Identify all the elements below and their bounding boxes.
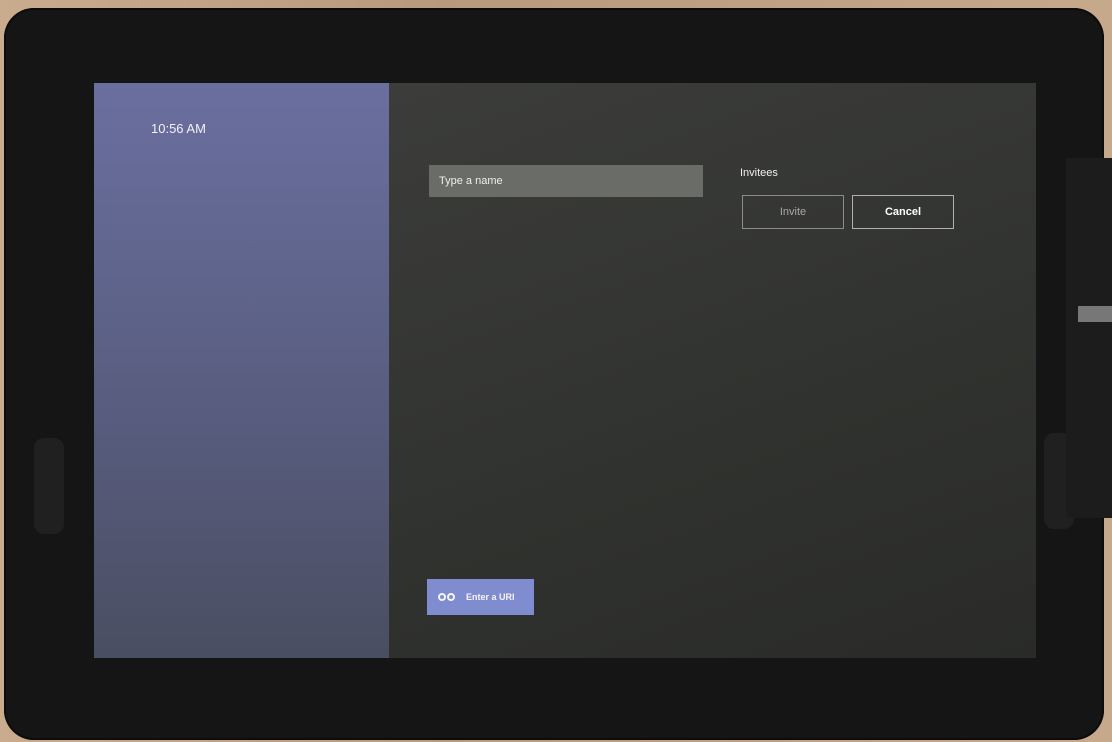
tablet-device: 10:56 AM Invitees Invite Cancel Enter a … xyxy=(4,8,1104,740)
left-pane: 10:56 AM xyxy=(94,83,389,658)
enter-uri-button[interactable]: Enter a URI xyxy=(427,579,534,615)
background-object-stripe xyxy=(1078,306,1112,322)
name-input[interactable] xyxy=(429,165,703,197)
device-screen: 10:56 AM Invitees Invite Cancel Enter a … xyxy=(94,83,1036,658)
clock: 10:56 AM xyxy=(151,121,206,136)
link-icon xyxy=(438,592,458,602)
left-hinge xyxy=(34,438,64,534)
invite-button[interactable]: Invite xyxy=(742,195,844,229)
enter-uri-label: Enter a URI xyxy=(466,592,515,602)
background-object xyxy=(1066,158,1112,518)
cancel-button[interactable]: Cancel xyxy=(852,195,954,229)
invitees-label: Invitees xyxy=(740,167,778,179)
